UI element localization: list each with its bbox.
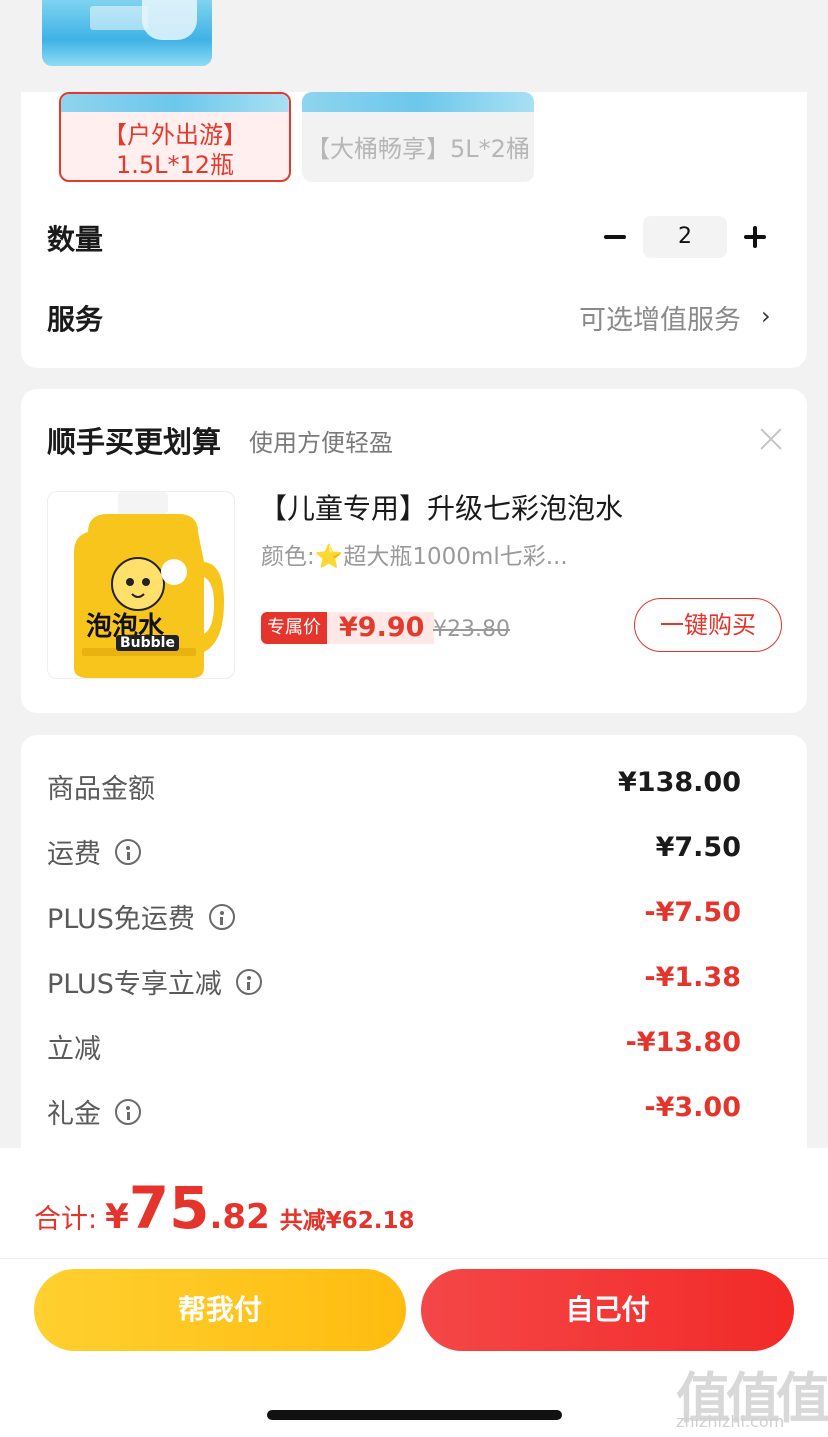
spec-card: 【户外出游】1.5L*12瓶 【大桶畅享】5L*2桶 数量 2 服务 可选增值服… <box>21 92 807 368</box>
addon-subtitle: 使用方便轻盈 <box>249 429 393 457</box>
fee-label: 礼金 <box>47 1099 101 1130</box>
info-icon[interactable] <box>115 1098 141 1125</box>
addon-product-title[interactable]: 【儿童专用】升级七彩泡泡水 <box>259 487 623 527</box>
total-integer: 75 <box>128 1174 210 1242</box>
spec-option-image <box>61 94 289 112</box>
fee-label: 运费 <box>47 839 101 870</box>
fee-row-shipping: 运费 ¥7.50 <box>47 832 741 872</box>
fee-breakdown-card: 商品金额 ¥138.00 运费 ¥7.50 PLUS免运费 -¥7.50 PLU… <box>21 735 807 1175</box>
exclusive-price-tag: 专属价 <box>261 612 327 644</box>
close-icon[interactable] <box>759 427 783 451</box>
addon-product-image[interactable]: 泡泡水 Bubble <box>47 491 235 679</box>
watermark-url: zhizhizhi.com <box>676 1412 785 1431</box>
fee-value: -¥1.38 <box>644 962 741 993</box>
fee-value: -¥7.50 <box>644 897 741 928</box>
checkout-bar: 合计: ¥ 75 .82 共减¥62.18 帮我付 自己付 值值值 zhizhi… <box>0 1148 828 1437</box>
info-icon[interactable] <box>115 838 141 865</box>
fee-label: PLUS免运费 <box>47 904 195 935</box>
quantity-label: 数量 <box>47 223 104 256</box>
fee-value: -¥13.80 <box>625 1027 741 1058</box>
fee-label: 商品金额 <box>47 774 155 805</box>
quantity-input[interactable]: 2 <box>643 216 727 258</box>
addon-price-badge: 专属价 ¥9.90 <box>261 611 435 645</box>
quantity-increase-button[interactable] <box>741 222 769 252</box>
fee-row-goods: 商品金额 ¥138.00 <box>47 767 741 807</box>
thumbnail-promo-tag <box>90 6 148 30</box>
spec-option-image <box>302 92 534 112</box>
fee-label: PLUS专享立减 <box>47 969 222 1000</box>
info-icon[interactable] <box>208 903 235 930</box>
top-product-thumbnail[interactable] <box>42 0 212 66</box>
fee-value: -¥3.00 <box>644 1092 741 1123</box>
addon-card: 顺手买更划算 使用方便轻盈 泡泡水 Bubble 【儿童专用】升级七彩泡泡水 颜… <box>21 389 807 713</box>
addon-title: 顺手买更划算 <box>47 425 222 459</box>
one-click-buy-button[interactable]: 一键购买 <box>634 598 782 652</box>
total-saved: 共减¥62.18 <box>279 1208 415 1234</box>
pay-myself-button[interactable]: 自己付 <box>421 1269 794 1351</box>
fee-value: ¥7.50 <box>655 832 741 863</box>
chevron-right-icon[interactable]: › <box>761 304 781 328</box>
fee-row-plus-free-shipping: PLUS免运费 -¥7.50 <box>47 897 741 937</box>
divider <box>0 1258 828 1259</box>
total-currency: ¥ <box>105 1197 129 1237</box>
fee-row-gift-money: 礼金 -¥3.00 <box>47 1092 741 1132</box>
spec-option-label: 【大桶畅享】5L*2桶 <box>306 135 530 163</box>
product-image-subcaption: Bubble <box>116 635 179 651</box>
total-amount: 合计: ¥ 75 .82 共减¥62.18 <box>34 1174 415 1242</box>
service-value[interactable]: 可选增值服务 <box>579 298 741 337</box>
addon-price: ¥9.90 <box>327 612 435 644</box>
spec-option-outdoor[interactable]: 【户外出游】1.5L*12瓶 <box>59 92 291 182</box>
service-label: 服务 <box>47 303 104 336</box>
quantity-decrease-button[interactable] <box>601 222 629 252</box>
total-label: 合计: <box>34 1204 98 1235</box>
spec-option-bigbarrel[interactable]: 【大桶畅享】5L*2桶 <box>302 92 534 182</box>
thumbnail-bottle <box>142 0 197 40</box>
home-indicator[interactable] <box>267 1410 562 1420</box>
addon-product-spec[interactable]: 颜色:⭐超大瓶1000ml七彩... <box>261 537 568 571</box>
addon-original-price: ¥23.80 <box>433 617 510 642</box>
fee-value: ¥138.00 <box>618 767 741 798</box>
fee-row-plus-discount: PLUS专享立减 -¥1.38 <box>47 962 741 1002</box>
help-me-pay-button[interactable]: 帮我付 <box>34 1269 406 1351</box>
fee-row-instant-discount: 立减 -¥13.80 <box>47 1027 741 1067</box>
spec-option-label: 【户外出游】1.5L*12瓶 <box>103 121 247 179</box>
fee-label: 立减 <box>47 1034 101 1065</box>
total-decimal: .82 <box>209 1197 270 1237</box>
info-icon[interactable] <box>235 968 262 995</box>
